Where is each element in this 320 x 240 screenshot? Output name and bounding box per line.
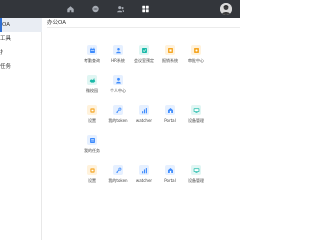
sidebar: OA 工具 扌 任务 (0, 18, 42, 240)
gear-icon (87, 105, 97, 115)
key-icon (113, 105, 123, 115)
apps-grid-icon[interactable] (141, 5, 150, 13)
sidebar-item-label: 任务 (0, 64, 12, 70)
app-label: 个人中心 (110, 88, 126, 93)
meeting-icon (139, 45, 149, 55)
gear-icon (87, 165, 97, 175)
sidebar-item-3[interactable]: 扌 (0, 46, 42, 60)
users-icon (113, 45, 123, 55)
app-launcher-5[interactable]: 审批中心 (184, 45, 208, 71)
user-avatar[interactable] (220, 3, 232, 15)
top-navigation-bar (0, 0, 240, 18)
app-label: 设备管理 (188, 118, 204, 123)
app-label: 审批中心 (188, 58, 204, 63)
approval-icon (191, 45, 201, 55)
app-label: 设备管理 (188, 178, 204, 183)
sidebar-item-label: 扌 (0, 50, 6, 56)
device-icon (191, 165, 201, 175)
sidebar-item-tasks[interactable]: 任务 (0, 60, 42, 74)
sidebar-item-tools[interactable]: 工具 (0, 32, 42, 46)
task-icon (87, 135, 97, 145)
app-launcher-13[interactable]: 我的任务 (80, 135, 104, 161)
key-icon (113, 165, 123, 175)
portal-icon (165, 105, 175, 115)
person-icon (113, 75, 123, 85)
app-launcher-7[interactable]: 个人中心 (106, 75, 130, 101)
home-icon[interactable] (66, 5, 75, 13)
calendar-icon (87, 45, 97, 55)
page-title: 办公OA (47, 18, 240, 28)
bar-chart-icon (139, 165, 149, 175)
sidebar-item-label: 工具 (0, 36, 12, 42)
campus-icon (87, 75, 97, 85)
app-launcher-18[interactable]: 设备管理 (184, 165, 208, 191)
message-icon[interactable] (91, 5, 100, 13)
bar-chart-icon (139, 105, 149, 115)
receipt-icon (165, 45, 175, 55)
sidebar-item-oa[interactable]: OA (0, 18, 42, 32)
contacts-icon[interactable] (116, 5, 125, 13)
portal-icon (165, 165, 175, 175)
device-icon (191, 105, 201, 115)
sidebar-item-label: OA (2, 22, 10, 28)
app-label: 我的任务 (84, 148, 100, 153)
app-launcher-12[interactable]: 设备管理 (184, 105, 208, 131)
